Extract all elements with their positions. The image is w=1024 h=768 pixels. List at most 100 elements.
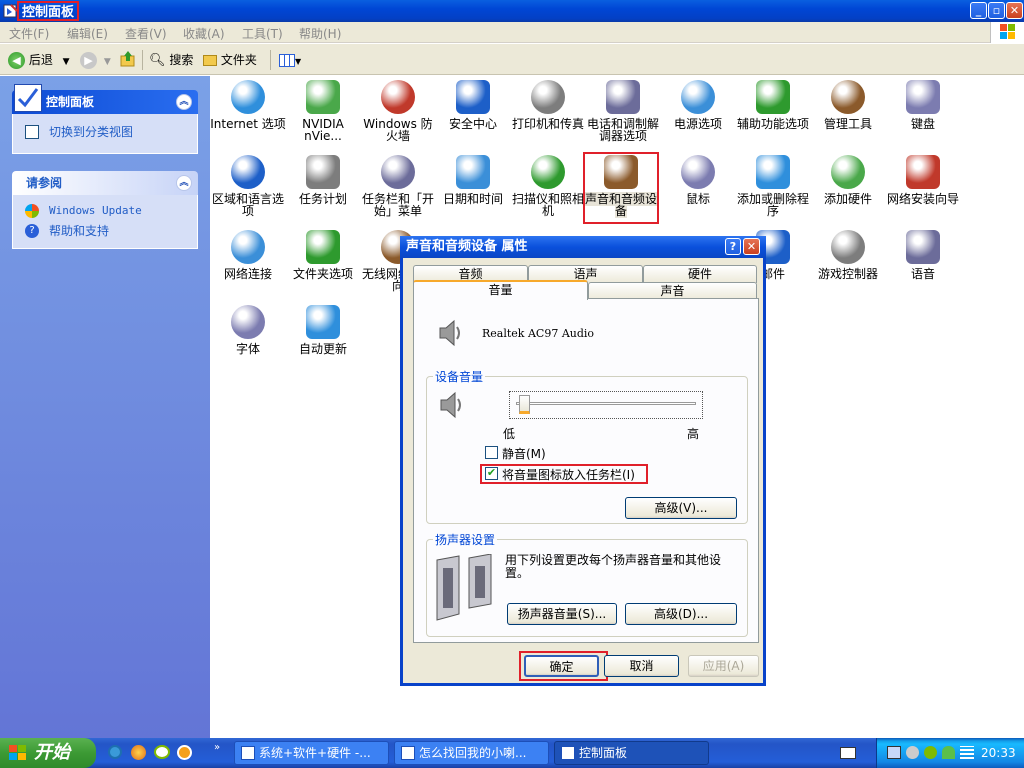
control-panel-item-icon (906, 155, 940, 189)
control-panel-item[interactable]: 键盘 (885, 80, 961, 130)
menu-file[interactable]: 文件(F) (9, 25, 49, 42)
slider-thumb[interactable] (519, 395, 530, 414)
clock[interactable]: 20:33 (981, 746, 1016, 760)
search-button[interactable]: 🔍︎ 搜索 (149, 50, 193, 70)
control-panel-item[interactable]: 语音 (885, 230, 961, 280)
control-panel-item[interactable]: 网络连接 (210, 230, 286, 280)
control-panel-item[interactable]: 游戏控制器 (810, 230, 886, 280)
control-panel-item-label: 文件夹选项 (292, 267, 353, 281)
switch-to-category-link[interactable]: 切换到分类视图 (13, 122, 197, 142)
menu-favorites[interactable]: 收藏(A) (183, 25, 225, 42)
advanced-volume-button[interactable]: 高级(V)... (625, 497, 737, 519)
firefox-icon[interactable] (131, 745, 146, 760)
folders-button[interactable]: 文件夹 (203, 50, 257, 70)
tray-app-icon[interactable] (906, 746, 919, 759)
control-panel-item[interactable]: 自动更新 (285, 305, 361, 355)
security-icon[interactable] (924, 746, 937, 759)
control-panel-item-icon (306, 305, 340, 339)
control-panel-item-label: 日期和时间 (442, 192, 503, 206)
taskbar-button-1[interactable]: 系统+软件+硬件 -... (234, 741, 389, 765)
views-button[interactable]: ▼ (279, 50, 301, 70)
speaker-advanced-button[interactable]: 高级(D)... (625, 603, 737, 625)
media-player-icon[interactable] (177, 745, 192, 760)
restore-button[interactable]: ▫ (988, 2, 1005, 19)
tray-list-icon[interactable] (960, 746, 974, 759)
menu-tools[interactable]: 工具(T) (242, 25, 283, 42)
search-label: 搜索 (169, 53, 194, 67)
control-panel-item[interactable]: 辅助功能选项 (735, 80, 811, 130)
taskbar-button-2[interactable]: 怎么找回我的小喇... (394, 741, 549, 765)
control-panel-item-icon (306, 230, 340, 264)
control-panel-item-icon (604, 155, 638, 189)
section-header[interactable]: 控制面板 ︽ (12, 84, 198, 114)
ok-button[interactable]: 确定 (524, 655, 599, 677)
messenger-icon[interactable] (154, 745, 170, 759)
control-panel-item[interactable]: 文件夹选项 (285, 230, 361, 280)
title-bar[interactable]: 控制面板 _ ▫ ✕ (0, 0, 1024, 22)
tab-hardware[interactable]: 硬件 (643, 265, 757, 283)
control-panel-item[interactable]: 日期和时间 (435, 155, 511, 205)
control-panel-item[interactable]: 添加或删除程序 (735, 155, 811, 217)
menu-edit[interactable]: 编辑(E) (67, 25, 108, 42)
tray-icon-checkbox[interactable]: ✔ (485, 467, 498, 480)
forward-dropdown-icon[interactable]: ▼ (104, 57, 111, 67)
cancel-button[interactable]: 取消 (604, 655, 679, 677)
control-panel-item[interactable]: 打印机和传真 (510, 80, 586, 130)
keyboard-icon[interactable] (840, 747, 856, 759)
volume-slider[interactable] (509, 391, 703, 419)
speaker-volume-button[interactable]: 扬声器音量(S)... (507, 603, 617, 625)
apply-button[interactable]: 应用(A) (688, 655, 759, 677)
start-button[interactable]: 开始 (0, 738, 96, 768)
control-panel-item[interactable]: 任务计划 (285, 155, 361, 205)
quick-launch-expand-icon[interactable]: » (214, 742, 220, 753)
control-panel-item[interactable]: Internet 选项 (210, 80, 286, 130)
control-panel-item-icon (306, 155, 340, 189)
forward-button[interactable]: ▶ ▼ (80, 50, 111, 70)
ie-icon[interactable] (108, 745, 122, 759)
device-volume-group: 设备音量 低 高 静音(M) ✔ 将音量图标放入任务栏(I) 高级(V)... (426, 368, 748, 524)
windows-update-link[interactable]: Windows Update (13, 201, 197, 221)
help-support-link[interactable]: ? 帮助和支持 (13, 221, 197, 241)
speaker-icon (440, 391, 461, 419)
control-panel-item[interactable]: 鼠标 (660, 155, 736, 205)
control-panel-item[interactable]: 网络安装向导 (885, 155, 961, 205)
control-panel-item-label: Windows 防火墙 (363, 117, 433, 143)
control-panel-item[interactable]: Windows 防火墙 (360, 80, 436, 142)
tray-umbrella-icon[interactable] (942, 746, 955, 759)
control-panel-item-label: 网络安装向导 (886, 192, 959, 206)
up-folder-button[interactable] (120, 50, 136, 70)
dialog-help-button[interactable]: ? (725, 238, 741, 255)
back-button[interactable]: ◀ 后退 ▼ (8, 50, 70, 70)
network-icon[interactable] (887, 746, 901, 759)
control-panel-item[interactable]: 安全中心 (435, 80, 511, 130)
control-panel-item[interactable]: 管理工具 (810, 80, 886, 130)
control-panel-item[interactable]: 电话和调制解调器选项 (585, 80, 661, 142)
control-panel-item[interactable]: NVIDIA nVie... (285, 80, 361, 142)
control-panel-item[interactable]: 任务栏和「开始」菜单 (360, 155, 436, 217)
taskbar-button-3[interactable]: 控制面板 (554, 741, 709, 765)
collapse-chevron-icon[interactable]: ︽ (176, 175, 192, 191)
up-folder-icon (120, 51, 135, 67)
control-panel-item-icon (831, 155, 865, 189)
section-header[interactable]: 请参阅 ︽ (12, 171, 198, 195)
control-panel-item[interactable]: 字体 (210, 305, 286, 355)
close-button[interactable]: ✕ (1006, 2, 1023, 19)
menu-help[interactable]: 帮助(H) (299, 25, 341, 42)
mute-checkbox[interactable] (485, 446, 498, 459)
tab-volume[interactable]: 音量 (413, 280, 588, 300)
control-panel-item[interactable]: 电源选项 (660, 80, 736, 130)
collapse-chevron-icon[interactable]: ︽ (176, 94, 192, 110)
dialog-title-bar[interactable]: 声音和音频设备 属性 ? ✕ (400, 236, 766, 258)
control-panel-item[interactable]: 区域和语言选项 (210, 155, 286, 217)
minimize-button[interactable]: _ (970, 2, 987, 19)
control-panel-item-label: 打印机和传真 (511, 117, 584, 131)
control-panel-item[interactable]: 扫描仪和照相机 (510, 155, 586, 217)
control-panel-item-icon (381, 155, 415, 189)
control-panel-item[interactable]: 声音和音频设备 (583, 152, 659, 224)
menu-view[interactable]: 查看(V) (125, 25, 167, 42)
dialog-close-button[interactable]: ✕ (743, 238, 760, 255)
back-dropdown-icon[interactable]: ▼ (63, 57, 70, 67)
forward-arrow-icon: ▶ (80, 52, 97, 69)
control-panel-item[interactable]: 添加硬件 (810, 155, 886, 205)
views-icon (279, 54, 295, 67)
